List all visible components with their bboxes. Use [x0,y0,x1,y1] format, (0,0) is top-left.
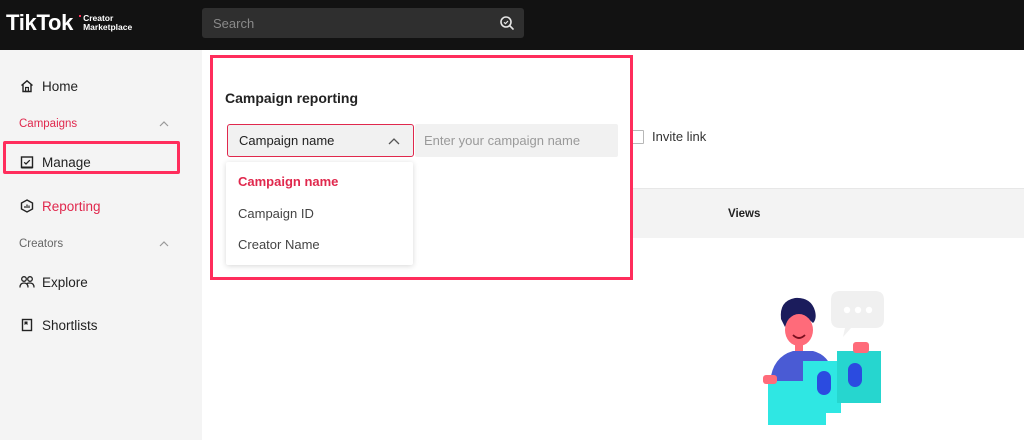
shortlist-icon [19,317,35,333]
option-campaign-id[interactable]: Campaign ID [238,206,314,221]
reporting-icon [19,198,35,214]
campaigns-section-label: Campaigns [19,118,78,130]
logo-wordmark: TikTok [6,10,74,35]
sidebar-section-creators[interactable]: Creators [19,238,169,250]
sidebar-item-shortlists-label: Shortlists [42,317,98,333]
chevron-up-icon [388,137,400,144]
sidebar-section-campaigns[interactable]: Campaigns [19,118,169,130]
empty-state-illustration [763,291,884,425]
sidebar-item-shortlists[interactable]: Shortlists [19,314,98,336]
option-creator-name[interactable]: Creator Name [238,237,320,252]
logo-subtitle: Creator Marketplace [79,14,143,32]
option-campaign-name[interactable]: Campaign name [238,174,338,189]
filter-type-select[interactable]: Campaign name [227,124,414,157]
filter-type-dropdown: Campaign name Campaign ID Creator Name [226,162,413,265]
sidebar-item-home-label: Home [42,78,79,94]
explore-people-icon [19,274,35,290]
search-icon[interactable] [499,15,515,31]
campaign-reporting-panel: Campaign reporting Campaign name Enter y… [210,55,633,280]
sidebar-item-explore[interactable]: Explore [19,271,88,293]
chevron-up-icon[interactable] [159,241,169,247]
sidebar-item-reporting[interactable]: Reporting [19,195,101,217]
top-bar: TikTok Creator Marketplace Search [0,0,1024,50]
home-icon [19,78,35,94]
invite-link-filter[interactable]: Invite link [630,129,706,144]
reporting-highlight-box [3,141,180,174]
filter-type-selected: Campaign name [239,133,335,148]
sidebar-item-explore-label: Explore [42,274,88,290]
views-column-header[interactable]: Views [728,208,760,220]
creators-section-label: Creators [19,238,64,250]
campaign-search-input[interactable]: Enter your campaign name [415,124,618,157]
sidebar-item-home[interactable]: Home [19,75,78,97]
panel-title: Campaign reporting [225,90,359,106]
sidebar-item-reporting-label: Reporting [42,198,101,214]
tiktok-logo[interactable]: TikTok Creator Marketplace [6,10,143,36]
search-input[interactable]: Search [213,16,499,31]
search-bar[interactable]: Search [202,8,524,38]
invite-link-label: Invite link [652,129,707,144]
chevron-up-icon[interactable] [159,121,169,127]
